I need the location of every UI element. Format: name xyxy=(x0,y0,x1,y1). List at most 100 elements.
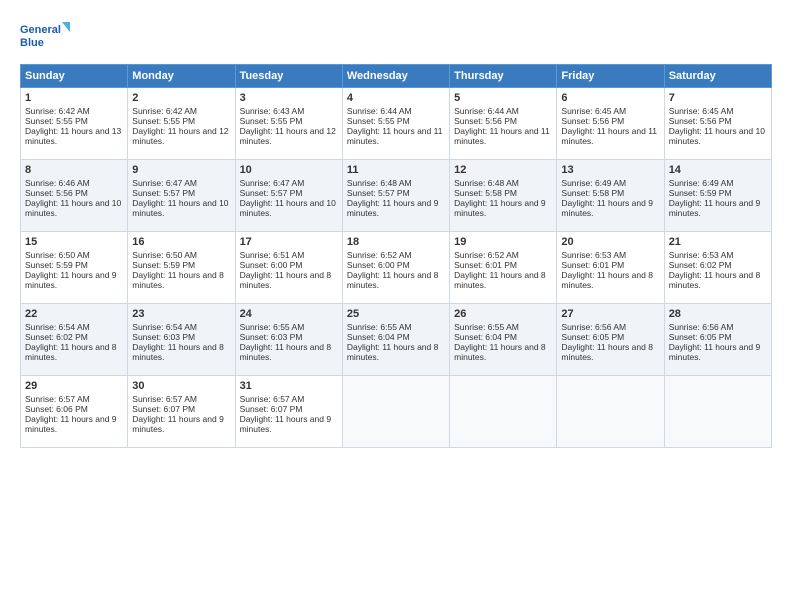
week-row-3: 15Sunrise: 6:50 AMSunset: 5:59 PMDayligh… xyxy=(21,232,772,304)
calendar-cell: 30 Sunrise: 6:57 AMSunset: 6:07 PMDayligh… xyxy=(128,376,235,448)
sunrise-label: Sunrise: 6:43 AM xyxy=(240,106,305,116)
sunrise-label: Sunrise: 6:52 AM xyxy=(347,250,412,260)
sunset-label: Sunset: 5:56 PM xyxy=(25,188,88,198)
sunrise-label: Sunrise: 6:45 AM xyxy=(669,106,734,116)
header-row: SundayMondayTuesdayWednesdayThursdayFrid… xyxy=(21,65,772,88)
calendar-cell: 12Sunrise: 6:48 AMSunset: 5:58 PMDayligh… xyxy=(450,160,557,232)
sunrise-label: Sunrise: 6:55 AM xyxy=(240,322,305,332)
sunrise-label: Sunrise: 6:57 AM xyxy=(132,394,197,404)
day-number: 27 xyxy=(561,308,659,320)
sunset-label: Sunset: 6:02 PM xyxy=(25,332,88,342)
sunset-label: Sunset: 5:56 PM xyxy=(454,116,517,126)
col-header-thursday: Thursday xyxy=(450,65,557,88)
sunset-label: Sunset: 6:03 PM xyxy=(132,332,195,342)
sunset-label: Sunset: 5:55 PM xyxy=(347,116,410,126)
sunrise-label: Sunrise: 6:55 AM xyxy=(454,322,519,332)
calendar-cell xyxy=(342,376,449,448)
day-number: 13 xyxy=(561,164,659,176)
day-number: 4 xyxy=(347,92,445,104)
day-number: 22 xyxy=(25,308,123,320)
calendar-cell: 25Sunrise: 6:55 AMSunset: 6:04 PMDayligh… xyxy=(342,304,449,376)
sunrise-label: Sunrise: 6:56 AM xyxy=(561,322,626,332)
day-number: 23 xyxy=(132,308,230,320)
day-number: 18 xyxy=(347,236,445,248)
calendar-cell: 1Sunrise: 6:42 AMSunset: 5:55 PMDaylight… xyxy=(21,88,128,160)
day-number: 14 xyxy=(669,164,767,176)
calendar-cell: 24Sunrise: 6:55 AMSunset: 6:03 PMDayligh… xyxy=(235,304,342,376)
sunset-label: Sunset: 5:55 PM xyxy=(25,116,88,126)
col-header-sunday: Sunday xyxy=(21,65,128,88)
header: General Blue xyxy=(20,18,772,54)
sunrise-label: Sunrise: 6:45 AM xyxy=(561,106,626,116)
daylight-label: Daylight: 11 hours and 8 minutes. xyxy=(561,342,653,362)
col-header-wednesday: Wednesday xyxy=(342,65,449,88)
sunrise-label: Sunrise: 6:42 AM xyxy=(25,106,90,116)
calendar-cell: 6Sunrise: 6:45 AMSunset: 5:56 PMDaylight… xyxy=(557,88,664,160)
sunset-label: Sunset: 6:07 PM xyxy=(132,404,195,414)
sunset-label: Sunset: 5:59 PM xyxy=(132,260,195,270)
sunrise-label: Sunrise: 6:53 AM xyxy=(561,250,626,260)
sunset-label: Sunset: 5:58 PM xyxy=(561,188,624,198)
day-number: 15 xyxy=(25,236,123,248)
daylight-label: Daylight: 11 hours and 12 minutes. xyxy=(132,126,228,146)
logo: General Blue xyxy=(20,18,72,54)
daylight-label: Daylight: 11 hours and 8 minutes. xyxy=(240,342,332,362)
sunrise-label: Sunrise: 6:57 AM xyxy=(240,394,305,404)
sunrise-label: Sunrise: 6:49 AM xyxy=(561,178,626,188)
calendar-cell: 7Sunrise: 6:45 AMSunset: 5:56 PMDaylight… xyxy=(664,88,771,160)
calendar-cell: 9Sunrise: 6:47 AMSunset: 5:57 PMDaylight… xyxy=(128,160,235,232)
week-row-4: 22 Sunrise: 6:54 AMSunset: 6:02 PM Dayligh… xyxy=(21,304,772,376)
sunset-label: Sunset: 5:59 PM xyxy=(25,260,88,270)
calendar-cell: 22Sunrise: 6:54 AMSunset: 6:02 PMDayligh… xyxy=(21,304,128,376)
daylight-label: Daylight: 11 hours and 9 minutes. xyxy=(669,342,761,362)
day-number: 2 xyxy=(132,92,230,104)
calendar-cell: 29Sunrise: 6:57 AMSunset: 6:06 PMDayligh… xyxy=(21,376,128,448)
daylight-label: Daylight: 11 hours and 9 minutes. xyxy=(25,414,117,434)
day-number: 20 xyxy=(561,236,659,248)
calendar-cell: 4Sunrise: 6:44 AMSunset: 5:55 PMDaylight… xyxy=(342,88,449,160)
sunrise-label: Sunrise: 6:48 AM xyxy=(347,178,412,188)
day-number: 16 xyxy=(132,236,230,248)
sunset-label: Sunset: 6:04 PM xyxy=(454,332,517,342)
sunset-label: Sunset: 6:07 PM xyxy=(240,404,303,414)
calendar-cell: 10Sunrise: 6:47 AMSunset: 5:57 PMDayligh… xyxy=(235,160,342,232)
sunrise-label: Sunrise: 6:56 AM xyxy=(669,322,734,332)
sunset-label: Sunset: 5:56 PM xyxy=(669,116,732,126)
sunset-label: Sunset: 6:05 PM xyxy=(561,332,624,342)
calendar-cell: 28Sunrise: 6:56 AMSunset: 6:05 PMDayligh… xyxy=(664,304,771,376)
col-header-tuesday: Tuesday xyxy=(235,65,342,88)
col-header-monday: Monday xyxy=(128,65,235,88)
sunset-label: Sunset: 5:59 PM xyxy=(669,188,732,198)
calendar-cell xyxy=(557,376,664,448)
sunrise-label: Sunrise: 6:47 AM xyxy=(240,178,305,188)
day-number: 8 xyxy=(25,164,123,176)
daylight-label: Daylight: 11 hours and 9 minutes. xyxy=(132,414,224,434)
sunset-label: Sunset: 5:56 PM xyxy=(561,116,624,126)
sunset-label: Sunset: 5:55 PM xyxy=(240,116,303,126)
sunrise-label: Sunrise: 6:55 AM xyxy=(347,322,412,332)
sunrise-label: Sunrise: 6:54 AM xyxy=(25,322,90,332)
daylight-label: Daylight: 11 hours and 9 minutes. xyxy=(347,198,439,218)
day-number: 17 xyxy=(240,236,338,248)
calendar-cell: 23Sunrise: 6:54 AMSunset: 6:03 PMDayligh… xyxy=(128,304,235,376)
calendar-table: SundayMondayTuesdayWednesdayThursdayFrid… xyxy=(20,64,772,448)
sunset-label: Sunset: 6:05 PM xyxy=(669,332,732,342)
sunset-label: Sunset: 6:01 PM xyxy=(561,260,624,270)
daylight-label: Daylight: 11 hours and 9 minutes. xyxy=(454,198,546,218)
daylight-label: Daylight: 11 hours and 10 minutes. xyxy=(132,198,228,218)
day-number: 12 xyxy=(454,164,552,176)
sunset-label: Sunset: 5:57 PM xyxy=(240,188,303,198)
logo-svg: General Blue xyxy=(20,18,72,54)
sunrise-label: Sunrise: 6:57 AM xyxy=(25,394,90,404)
calendar-cell: 19Sunrise: 6:52 AMSunset: 6:01 PMDayligh… xyxy=(450,232,557,304)
calendar-cell: 3Sunrise: 6:43 AMSunset: 5:55 PMDaylight… xyxy=(235,88,342,160)
calendar-cell: 5Sunrise: 6:44 AMSunset: 5:56 PMDaylight… xyxy=(450,88,557,160)
daylight-label: Daylight: 11 hours and 8 minutes. xyxy=(669,270,761,290)
week-row-5: 29Sunrise: 6:57 AMSunset: 6:06 PMDayligh… xyxy=(21,376,772,448)
sunrise-label: Sunrise: 6:49 AM xyxy=(669,178,734,188)
sunrise-label: Sunrise: 6:46 AM xyxy=(25,178,90,188)
day-number: 30 xyxy=(132,380,230,392)
daylight-label: Daylight: 11 hours and 13 minutes. xyxy=(25,126,121,146)
daylight-label: Daylight: 11 hours and 8 minutes. xyxy=(347,270,439,290)
day-number: 31 xyxy=(240,380,338,392)
